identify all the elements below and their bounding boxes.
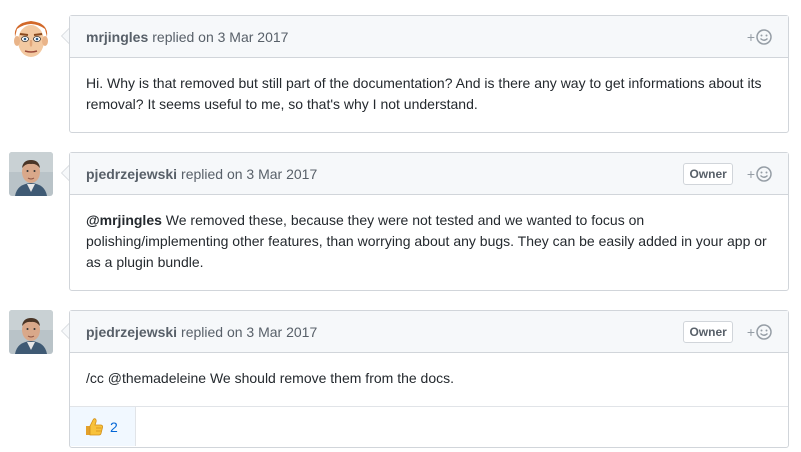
comment-body: /cc @themadeleine We should remove them … [86,370,455,386]
comment-box: pjedrzejewski replied on 3 Mar 2017 Owne… [69,152,789,291]
smiley-icon [756,28,772,45]
comment-author[interactable]: mrjingles [86,29,148,45]
comment-body: @mrjingles We removed these, because the… [70,195,788,289]
comment-text: We removed these, because they were not … [86,212,767,270]
comment-box: pjedrzejewski replied on 3 Mar 2017 Owne… [69,310,789,448]
plus-label: + [746,323,755,340]
smiley-icon [756,165,772,182]
comment-timestamp[interactable]: replied on 3 Mar 2017 [181,324,317,340]
comment-header: mrjingles replied on 3 Mar 2017 + [70,16,788,58]
reaction-count: 2 [110,418,118,435]
plus-label: + [746,165,755,182]
add-reaction-button[interactable]: + [747,29,772,45]
comment-timestamp[interactable]: replied on 3 Mar 2017 [181,166,317,182]
plus-label: + [746,28,755,45]
add-reaction-button[interactable]: + [747,324,772,340]
owner-badge: Owner [683,320,733,343]
comment-header: pjedrzejewski replied on 3 Mar 2017 Owne… [70,311,788,353]
add-reaction-button[interactable]: + [747,166,772,182]
thumbs-up-icon [86,417,103,435]
comment-timestamp[interactable]: replied on 3 Mar 2017 [152,29,288,45]
comment-author[interactable]: pjedrzejewski [86,166,177,182]
thumbs-up-reaction[interactable]: 2 [70,407,136,446]
comment-box: mrjingles replied on 3 Mar 2017 + Hi. Wh… [69,15,789,133]
avatar[interactable] [9,152,53,196]
user-mention-link[interactable]: @mrjingles [86,212,162,228]
avatar[interactable] [9,15,53,59]
owner-badge: Owner [683,162,733,185]
smiley-icon [756,323,772,340]
comment-author[interactable]: pjedrzejewski [86,324,177,340]
comment-body: Hi. Why is that removed but still part o… [86,75,762,112]
reactions-bar: 2 [70,406,788,446]
avatar[interactable] [9,310,53,354]
comment-header: pjedrzejewski replied on 3 Mar 2017 Owne… [70,153,788,195]
